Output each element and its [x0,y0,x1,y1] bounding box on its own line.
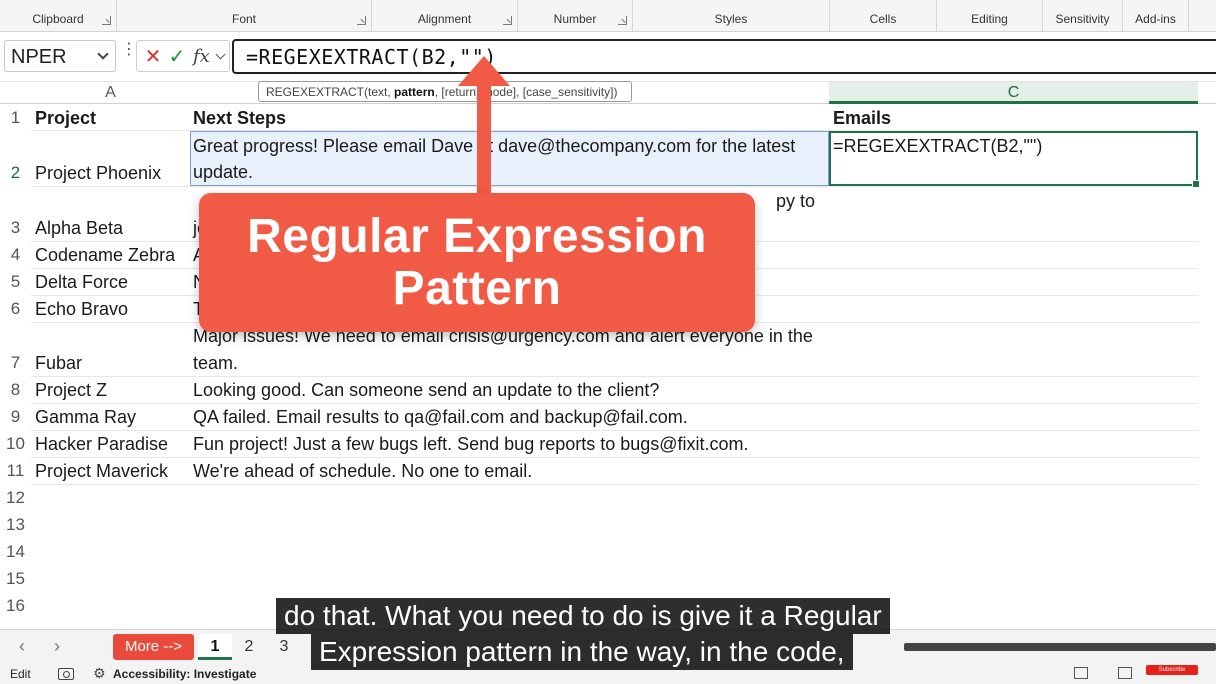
row-header[interactable]: 3 [0,218,31,238]
cell-b11[interactable]: We're ahead of schedule. No one to email… [193,458,532,484]
excel-window: Clipboard Font Alignment Number Styles C… [0,0,1216,684]
row-header[interactable]: 8 [0,380,31,400]
ribbon-group-label: Alignment [417,12,472,26]
annotation-line-2: Pattern [392,262,562,315]
cancel-icon[interactable]: ✕ [143,47,163,67]
cell-b7-line2[interactable]: team. [193,350,238,376]
ribbon-group-editing[interactable]: Editing [937,0,1043,32]
chevron-down-icon[interactable] [215,49,226,60]
annotation-banner: Regular Expression Pattern [199,193,755,332]
row-header[interactable]: 14 [0,542,31,562]
formula-bar: NPER ⋮ ✕ ✓ fx =REGEXEXTRACT(B2,"") [0,32,1216,82]
tooltip-function: REGEXEXTRACT(text, [266,85,395,99]
dialog-launcher-icon[interactable] [357,16,366,25]
ribbon-group-clipboard[interactable]: Clipboard [0,0,117,32]
row-header[interactable]: 13 [0,515,31,535]
row-header[interactable]: 4 [0,245,31,265]
row-header[interactable]: 7 [0,353,31,373]
cell-a1[interactable]: Project [35,105,96,131]
name-box[interactable]: NPER [4,40,116,72]
row-header[interactable]: 9 [0,407,31,427]
enter-icon[interactable]: ✓ [167,47,187,67]
column-header-a[interactable]: A [31,82,190,104]
tooltip-current-argument: pattern [394,85,435,99]
row-header[interactable]: 12 [0,488,31,508]
more-options-icon[interactable]: ⋮ [121,42,137,62]
ribbon-group-label: Editing [971,12,1008,26]
video-captions: do that. What you need to do is give it … [0,596,1216,670]
ribbon-group-label: Add-ins [1135,12,1176,26]
row-header[interactable]: 11 [0,461,31,481]
cell-a11[interactable]: Project Maverick [35,458,168,484]
dialog-launcher-icon[interactable] [102,16,111,25]
name-box-value: NPER [11,46,67,68]
column-header-c[interactable]: C [829,82,1198,104]
ribbon-group-label: Sensitivity [1055,12,1110,26]
cell-a4[interactable]: Codename Zebra [35,242,175,268]
row-header[interactable]: 15 [0,569,31,589]
ribbon-group-label: Cells [869,12,897,26]
grid-line [31,484,1198,485]
formula-input[interactable]: =REGEXEXTRACT(B2,"") [232,39,1216,74]
grid-line [31,186,1198,187]
cell-a2[interactable]: Project Phoenix [35,160,161,186]
cell-c1[interactable]: Emails [833,105,891,131]
ribbon-group-number[interactable]: Number [518,0,633,32]
ribbon-group-add-ins[interactable]: Add-ins [1123,0,1189,32]
ribbon-group-font[interactable]: Font [117,0,372,32]
row-header[interactable]: 5 [0,272,31,292]
cell-b10[interactable]: Fun project! Just a few bugs left. Send … [193,431,749,457]
ribbon-group-styles[interactable]: Styles [633,0,830,32]
ribbon: Clipboard Font Alignment Number Styles C… [0,0,1216,32]
cell-a8[interactable]: Project Z [35,377,107,403]
ribbon-group-sensitivity[interactable]: Sensitivity [1043,0,1123,32]
formula-buttons: ✕ ✓ fx [136,40,230,72]
cell-b8[interactable]: Looking good. Can someone send an update… [193,377,659,403]
cell-a9[interactable]: Gamma Ray [35,404,136,430]
dialog-launcher-icon[interactable] [618,16,627,25]
insert-function-icon[interactable]: fx [193,46,215,67]
row-header[interactable]: 6 [0,299,31,319]
row-header[interactable]: 10 [0,434,31,454]
ribbon-group-label: Styles [714,12,748,26]
cell-b1[interactable]: Next Steps [193,105,286,131]
row-header[interactable]: 2 [0,163,31,183]
annotation-arrow [458,56,510,198]
row-header[interactable]: 1 [0,108,31,128]
cell-a7[interactable]: Fubar [35,350,82,376]
cell-a3[interactable]: Alpha Beta [35,215,123,241]
row-headers: 1 2 3 4 5 6 7 8 9 10 11 12 13 14 15 16 [0,104,31,629]
chevron-down-icon[interactable] [97,48,109,60]
ribbon-group-label: Font [231,12,256,26]
cell-a6[interactable]: Echo Bravo [35,296,128,322]
cell-a10[interactable]: Hacker Paradise [35,431,168,457]
cell-grid[interactable]: Project Next Steps Emails Great progress… [31,104,1200,629]
dialog-launcher-icon[interactable] [503,16,512,25]
cell-b9[interactable]: QA failed. Email results to qa@fail.com … [193,404,688,430]
ribbon-group-label: Number [553,12,597,26]
caption-line-1: do that. What you need to do is give it … [276,598,890,634]
ribbon-group-label: Clipboard [32,12,84,26]
caption-line-2: Expression pattern in the way, in the co… [311,634,853,670]
arrow-head [458,56,510,86]
function-tooltip[interactable]: REGEXEXTRACT(text, pattern, [return_mode… [258,81,632,102]
annotation-line-1: Regular Expression [247,210,707,263]
ribbon-group-cells[interactable]: Cells [830,0,937,32]
arrow-shaft [477,80,491,198]
cell-c2[interactable]: =REGEXEXTRACT(B2,"") [833,133,1042,159]
cell-a5[interactable]: Delta Force [35,269,128,295]
cell-b3-visible-tail[interactable]: py to [776,188,815,214]
ribbon-group-alignment[interactable]: Alignment [372,0,518,32]
